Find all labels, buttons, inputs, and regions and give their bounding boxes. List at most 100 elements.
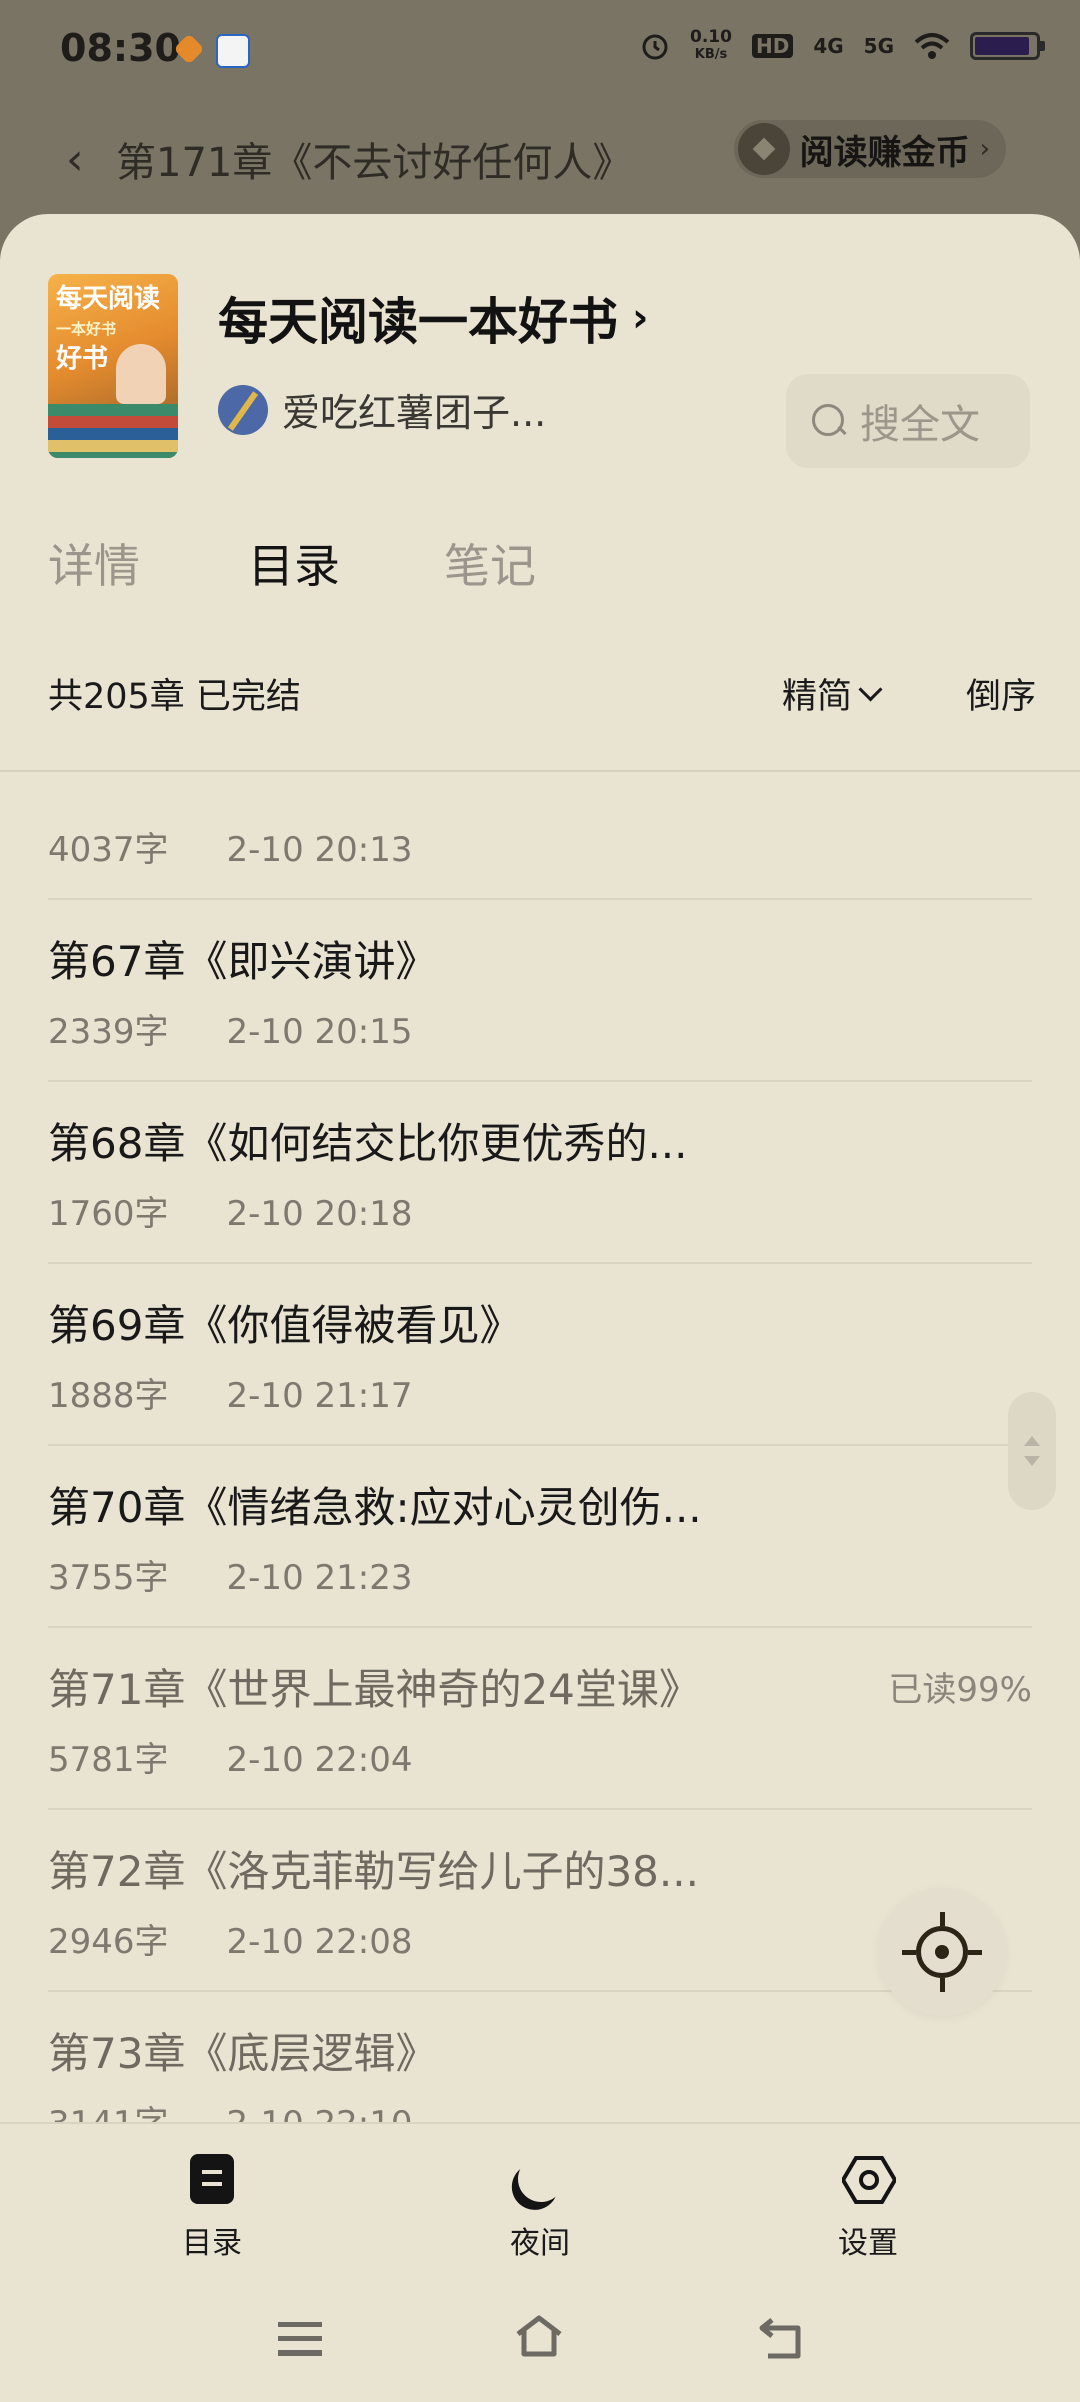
locate-current-chapter-button[interactable] bbox=[878, 1888, 1006, 2016]
settings-label: 设置 bbox=[838, 2226, 898, 2261]
locate-tick-left bbox=[902, 1950, 916, 1955]
chapter-meta: 2339字 2-10 20:15 bbox=[48, 1004, 413, 1053]
locate-tick-bottom bbox=[940, 1978, 945, 1992]
chapter-word-count: 5781字 bbox=[48, 1740, 169, 1780]
search-icon bbox=[812, 404, 846, 438]
chapter-update-time: 2-10 20:13 bbox=[226, 830, 413, 870]
chapter-title: 第70章《情绪急救:应对心灵创伤... bbox=[48, 1483, 702, 1532]
chapter-meta: 2946字 2-10 22:08 bbox=[48, 1914, 413, 1963]
cover-books-illustration bbox=[48, 404, 178, 458]
cover-illustration bbox=[116, 344, 166, 404]
tab-notes[interactable]: 笔记 bbox=[444, 530, 536, 596]
chapter-update-time: 2-10 22:04 bbox=[226, 1740, 413, 1780]
recents-button[interactable] bbox=[264, 2308, 334, 2368]
home-button[interactable] bbox=[504, 2308, 574, 2368]
chapter-meta: 1888字 2-10 21:17 bbox=[48, 1368, 413, 1417]
tab-catalog[interactable]: 目录 bbox=[248, 530, 340, 596]
earn-coins-button[interactable]: 阅读赚金币 › bbox=[733, 120, 1006, 178]
search-placeholder: 搜全文 bbox=[860, 402, 980, 448]
home-icon bbox=[516, 2315, 562, 2357]
chapter-meta: 3755字 2-10 21:23 bbox=[48, 1550, 413, 1599]
chapter-title: 第73章《底层逻辑》 bbox=[48, 2029, 438, 2078]
chapter-word-count: 2946字 bbox=[48, 1922, 169, 1962]
system-nav-bar bbox=[0, 2288, 1080, 2388]
current-chapter-title: 第171章《不去讨好任何人》 bbox=[116, 140, 633, 186]
night-mode-label: 夜间 bbox=[510, 2226, 570, 2261]
author-avatar bbox=[218, 384, 268, 435]
settings-hex-icon bbox=[840, 2152, 896, 2208]
chapter-title: 第72章《洛克菲勒写给儿子的38... bbox=[48, 1847, 699, 1896]
network-speed: 0.10 KB/s bbox=[690, 28, 732, 64]
cover-title-top: 每天阅读 bbox=[56, 284, 161, 314]
full-text-search-button[interactable]: 搜全文 bbox=[786, 374, 1030, 468]
speed-unit: KB/s bbox=[694, 47, 728, 62]
book-title-link[interactable]: 每天阅读一本好书 › bbox=[218, 282, 648, 354]
battery-icon bbox=[970, 32, 1045, 60]
back-button[interactable] bbox=[746, 2308, 816, 2368]
alarm-icon bbox=[642, 34, 668, 60]
earn-coins-label: 阅读赚金币 bbox=[799, 132, 970, 173]
scrollbar-handle[interactable] bbox=[1008, 1392, 1056, 1510]
chevron-down-icon bbox=[858, 677, 883, 702]
chevron-right-icon: › bbox=[632, 295, 649, 341]
chapter-title: 第71章《世界上最神奇的24堂课》 bbox=[48, 1665, 701, 1714]
chapter-row[interactable]: 4037字 2-10 20:13 bbox=[0, 772, 1080, 900]
chapter-row[interactable]: 第73章《底层逻辑》 3141字 2-10 22:10 bbox=[0, 1992, 1080, 2126]
back-icon[interactable]: ‹ bbox=[66, 134, 84, 185]
menu-icon bbox=[278, 2322, 322, 2356]
chapter-word-count: 1888字 bbox=[48, 1376, 169, 1416]
chapter-meta: 5781字 2-10 22:04 bbox=[48, 1732, 413, 1781]
toc-icon bbox=[184, 2152, 240, 2208]
chapter-word-count: 3755字 bbox=[48, 1558, 169, 1598]
script-toggle-label: 精简 bbox=[782, 677, 853, 717]
chapter-meta: 1760字 2-10 20:18 bbox=[48, 1186, 413, 1235]
night-mode-button[interactable]: 夜间 bbox=[470, 2152, 610, 2262]
sheet-tabs: 详情 目录 笔记 bbox=[0, 530, 1080, 610]
status-time: 08:30 bbox=[60, 26, 181, 70]
script-toggle-dropdown[interactable]: 精简 bbox=[782, 668, 883, 719]
chapter-update-time: 2-10 21:23 bbox=[226, 1558, 413, 1598]
chapter-row[interactable]: 第70章《情绪急救:应对心灵创伤... 3755字 2-10 21:23 bbox=[0, 1446, 1080, 1628]
chapter-title: 第67章《即兴演讲》 bbox=[48, 937, 438, 986]
chapter-update-time: 2-10 21:17 bbox=[226, 1376, 413, 1416]
chapter-word-count: 4037字 bbox=[48, 830, 169, 870]
chapter-word-count: 1760字 bbox=[48, 1194, 169, 1234]
status-left-icons bbox=[173, 33, 250, 68]
catalog-sheet: 每天阅读 一本好书 好书 每天阅读一本好书 › 爱吃红薯团子... 搜全文 详情… bbox=[0, 214, 1080, 2400]
chapter-update-time: 2-10 22:08 bbox=[226, 1922, 413, 1962]
status-bar: 08:30 0.10 KB/s HD 4G 5G bbox=[0, 0, 1080, 110]
chapter-update-time: 2-10 20:18 bbox=[226, 1194, 413, 1234]
status-right-icons: 0.10 KB/s HD 4G 5G bbox=[640, 28, 1045, 64]
locate-tick-right bbox=[968, 1950, 982, 1955]
toc-label: 目录 bbox=[182, 2226, 242, 2261]
hd-indicator: HD bbox=[751, 34, 794, 58]
chapter-read-progress: 已读99% bbox=[888, 1670, 1032, 1710]
chapter-count: 共205章 已完结 bbox=[48, 677, 301, 717]
chapter-row[interactable]: 第71章《世界上最神奇的24堂课》 5781字 2-10 22:04 已读99% bbox=[0, 1628, 1080, 1810]
toc-button[interactable]: 目录 bbox=[142, 2152, 282, 2262]
signal-4g: 4G bbox=[813, 34, 844, 58]
chapter-meta: 4037字 2-10 20:13 bbox=[48, 822, 413, 871]
cover-title-mid: 一本好书 bbox=[56, 320, 117, 338]
notification-badge-icon bbox=[173, 33, 205, 65]
tab-details[interactable]: 详情 bbox=[48, 530, 140, 596]
signal-5g: 5G bbox=[863, 34, 894, 58]
app-icon bbox=[216, 34, 250, 68]
back-arrow-icon bbox=[759, 2318, 801, 2359]
reading-header: ‹ 第171章《不去讨好任何人》 阅读赚金币 › bbox=[0, 118, 1080, 198]
coin-icon bbox=[737, 123, 790, 175]
book-title: 每天阅读一本好书 bbox=[218, 293, 618, 351]
locate-dot bbox=[935, 1945, 949, 1959]
reverse-order-button[interactable]: 倒序 bbox=[966, 668, 1036, 719]
author-row[interactable]: 爱吃红薯团子... bbox=[218, 382, 546, 437]
chapter-word-count: 2339字 bbox=[48, 1012, 169, 1052]
chapter-row[interactable]: 第68章《如何结交比你更优秀的... 1760字 2-10 20:18 bbox=[0, 1082, 1080, 1264]
chapter-row[interactable]: 第69章《你值得被看见》 1888字 2-10 21:17 bbox=[0, 1264, 1080, 1446]
chapter-update-time: 2-10 20:15 bbox=[226, 1012, 413, 1052]
book-cover[interactable]: 每天阅读 一本好书 好书 bbox=[48, 274, 178, 458]
moon-icon bbox=[512, 2152, 568, 2208]
chapter-title: 第69章《你值得被看见》 bbox=[48, 1301, 522, 1350]
speed-value: 0.10 bbox=[690, 27, 732, 47]
settings-button[interactable]: 设置 bbox=[798, 2152, 938, 2262]
chapter-row[interactable]: 第67章《即兴演讲》 2339字 2-10 20:15 bbox=[0, 900, 1080, 1082]
